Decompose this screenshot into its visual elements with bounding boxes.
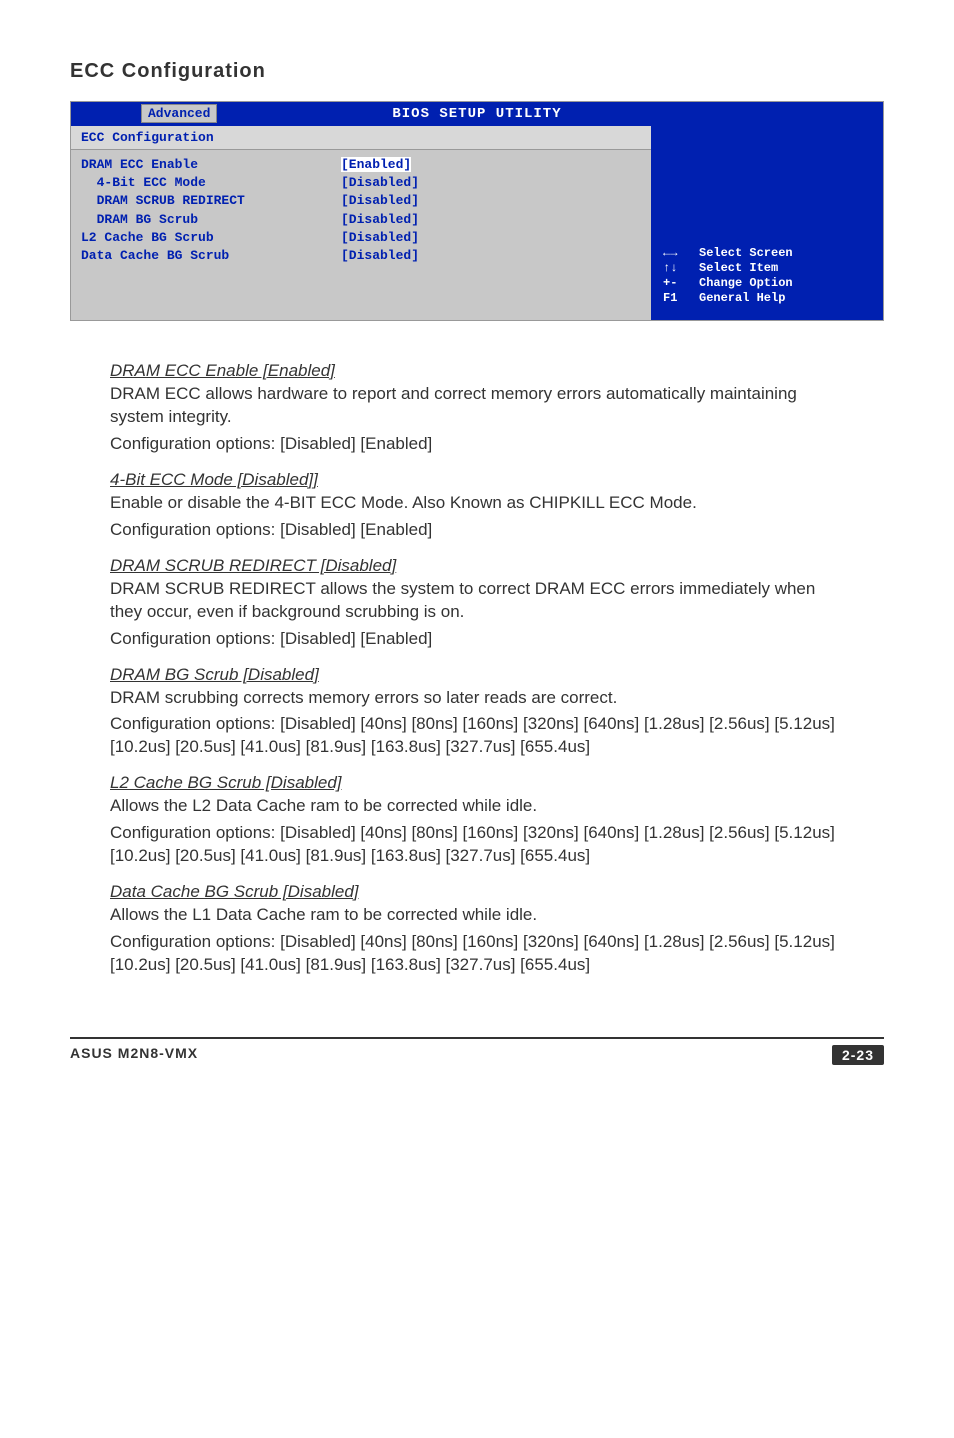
bios-option-label: DRAM SCRUB REDIRECT — [81, 192, 341, 210]
item-paragraph: Configuration options: [Disabled] [40ns]… — [110, 713, 844, 759]
bios-section-title: ECC Configuration — [71, 126, 651, 150]
bios-option-value: [Disabled] — [341, 174, 419, 192]
bios-help-row: F1General Help — [663, 291, 873, 305]
bios-help-text: Select Item — [699, 261, 778, 275]
bios-options-list: DRAM ECC Enable[Enabled] 4-Bit ECC Mode[… — [71, 150, 651, 305]
item-paragraph: Enable or disable the 4-BIT ECC Mode. Al… — [110, 492, 844, 515]
bios-option-value: [Disabled] — [341, 211, 419, 229]
bios-help-row: ↑↓Select Item — [663, 261, 873, 275]
item-paragraph: Configuration options: [Disabled] [Enabl… — [110, 433, 844, 456]
bios-help-panel: ←→Select Screen↑↓Select Item+-Change Opt… — [653, 126, 883, 320]
item-paragraph: Allows the L1 Data Cache ram to be corre… — [110, 904, 844, 927]
item-paragraph: DRAM scrubbing corrects memory errors so… — [110, 687, 844, 710]
bios-option-value: [Enabled] — [341, 156, 411, 174]
footer-model: ASUS M2N8-VMX — [70, 1045, 198, 1065]
item-heading: 4-Bit ECC Mode [Disabled]] — [110, 470, 844, 490]
bios-option-label: Data Cache BG Scrub — [81, 247, 341, 265]
page-footer: ASUS M2N8-VMX 2-23 — [70, 1037, 884, 1065]
bios-left-panel: ECC Configuration DRAM ECC Enable[Enable… — [71, 126, 653, 320]
item-heading: DRAM SCRUB REDIRECT [Disabled] — [110, 556, 844, 576]
bios-window: BIOS SETUP UTILITY Advanced ECC Configur… — [70, 101, 884, 321]
bios-option-value: [Disabled] — [341, 247, 419, 265]
item-paragraph: DRAM ECC allows hardware to report and c… — [110, 383, 844, 429]
bios-option-value: [Disabled] — [341, 192, 419, 210]
item-paragraph: Configuration options: [Disabled] [40ns]… — [110, 822, 844, 868]
bios-option-label: 4-Bit ECC Mode — [81, 174, 341, 192]
bios-help-row: +-Change Option — [663, 276, 873, 290]
bios-help-key: ↑↓ — [663, 261, 699, 275]
bios-help-key: F1 — [663, 291, 699, 305]
bios-option-row: DRAM BG Scrub[Disabled] — [81, 211, 641, 229]
item-paragraph: Configuration options: [Disabled] [Enabl… — [110, 519, 844, 542]
bios-option-row: DRAM ECC Enable[Enabled] — [81, 156, 641, 174]
content-sections: DRAM ECC Enable [Enabled]DRAM ECC allows… — [70, 361, 884, 977]
bios-option-label: DRAM BG Scrub — [81, 211, 341, 229]
page-heading: ECC Configuration — [70, 60, 884, 83]
bios-tab-advanced: Advanced — [141, 104, 217, 123]
bios-help-row: ←→Select Screen — [663, 246, 873, 260]
item-heading: L2 Cache BG Scrub [Disabled] — [110, 773, 844, 793]
bios-help-text: General Help — [699, 291, 785, 305]
item-heading: DRAM ECC Enable [Enabled] — [110, 361, 844, 381]
bios-option-label: L2 Cache BG Scrub — [81, 229, 341, 247]
bios-help-text: Change Option — [699, 276, 793, 290]
item-paragraph: Configuration options: [Disabled] [40ns]… — [110, 931, 844, 977]
item-heading: DRAM BG Scrub [Disabled] — [110, 665, 844, 685]
footer-page-number: 2-23 — [832, 1045, 884, 1065]
bios-option-row: DRAM SCRUB REDIRECT[Disabled] — [81, 192, 641, 210]
bios-help-text: Select Screen — [699, 246, 793, 260]
bios-help-key: +- — [663, 276, 699, 290]
bios-option-label: DRAM ECC Enable — [81, 156, 341, 174]
bios-help-key: ←→ — [663, 246, 699, 260]
item-heading: Data Cache BG Scrub [Disabled] — [110, 882, 844, 902]
bios-option-row: Data Cache BG Scrub[Disabled] — [81, 247, 641, 265]
bios-option-row: L2 Cache BG Scrub[Disabled] — [81, 229, 641, 247]
item-paragraph: Allows the L2 Data Cache ram to be corre… — [110, 795, 844, 818]
item-paragraph: Configuration options: [Disabled] [Enabl… — [110, 628, 844, 651]
bios-option-row: 4-Bit ECC Mode[Disabled] — [81, 174, 641, 192]
bios-option-value: [Disabled] — [341, 229, 419, 247]
item-paragraph: DRAM SCRUB REDIRECT allows the system to… — [110, 578, 844, 624]
